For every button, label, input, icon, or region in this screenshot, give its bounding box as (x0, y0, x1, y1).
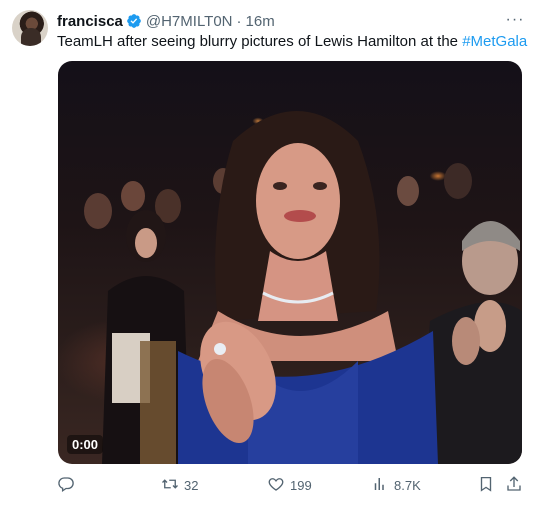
author-name[interactable]: francisca (57, 13, 123, 30)
retweet-icon (161, 475, 179, 496)
like-count: 199 (290, 477, 312, 493)
share-icon (505, 475, 523, 496)
video-player[interactable]: 0:00 (58, 61, 522, 464)
bookmark-icon (477, 475, 495, 496)
verified-badge-icon (126, 13, 142, 29)
action-bar: 32 199 8.7K (57, 474, 524, 496)
video-frame (84, 111, 522, 464)
retweet-button[interactable]: 32 (161, 474, 198, 496)
views-bar-icon (371, 475, 389, 496)
timestamp[interactable]: 16m (246, 13, 275, 30)
views-count: 8.7K (394, 477, 421, 493)
like-button[interactable]: 199 (267, 474, 312, 496)
avatar[interactable] (12, 10, 48, 46)
more-options-button[interactable]: ··· (505, 10, 525, 30)
tweet-body: TeamLH after seeing blurry pictures of L… (57, 33, 463, 50)
share-button[interactable] (505, 474, 523, 496)
tweet[interactable]: francisca @H7MILT0N · 16m ··· TeamLH aft… (0, 0, 536, 505)
bookmark-button[interactable] (477, 474, 495, 496)
separator-dot: · (236, 12, 242, 30)
retweet-count: 32 (184, 477, 199, 493)
tweet-header: francisca @H7MILT0N · 16m (57, 11, 275, 31)
author-handle[interactable]: @H7MILT0N (146, 13, 233, 30)
heart-icon (267, 475, 285, 496)
reply-button[interactable] (57, 474, 75, 496)
views-button[interactable]: 8.7K (371, 474, 421, 496)
video-timecode: 0:00 (67, 435, 104, 454)
hashtag-link[interactable]: #MetGala (462, 33, 527, 50)
reply-icon (57, 475, 75, 496)
tweet-text: TeamLH after seeing blurry pictures of L… (57, 32, 527, 52)
